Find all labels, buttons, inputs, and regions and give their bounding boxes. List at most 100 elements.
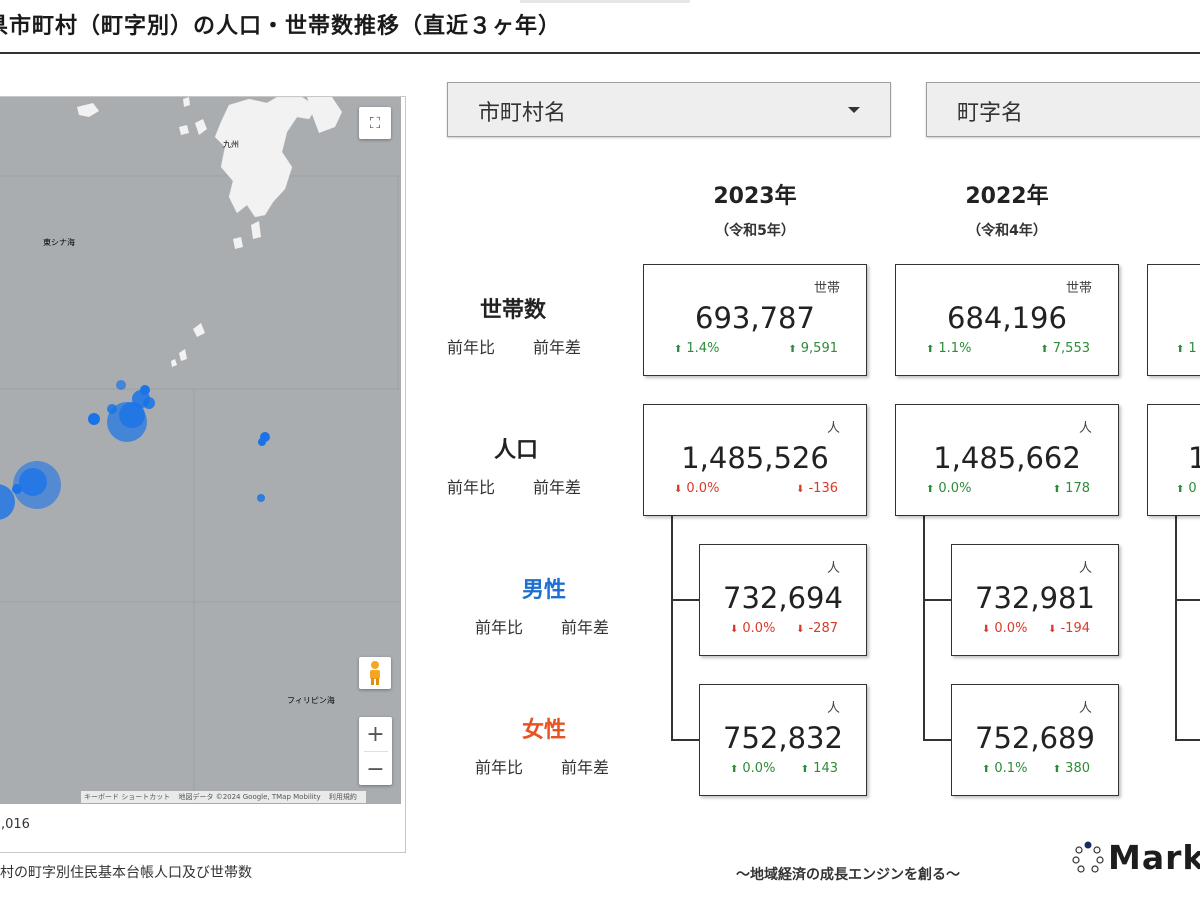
yoy-diff: ⬇ -287 [796, 621, 838, 636]
yoy-ratio: ⬆ 0.1% [982, 761, 1028, 776]
row-sub-female: 前年比 前年差 [475, 754, 609, 778]
ratio-label: 前年比 [447, 338, 496, 357]
arrow-down-icon: ⬇ [1048, 624, 1057, 635]
yoy-diff: ⬆ 7,553 [1040, 341, 1090, 356]
map-marker [116, 380, 126, 390]
tree-connector [671, 739, 699, 741]
island [179, 125, 189, 135]
arrow-down-icon: ⬇ [982, 624, 991, 635]
zoom-out-button[interactable]: − [359, 752, 392, 786]
unit-label: 人 [1078, 421, 1092, 436]
street-view-button[interactable] [359, 657, 391, 689]
town-dropdown[interactable]: 町字名 [926, 82, 1200, 137]
diff-label: 前年差 [533, 478, 582, 497]
zoom-control: + − [359, 717, 392, 785]
card-value: 693,787 [695, 301, 815, 335]
arrow-up-icon: ⬆ [926, 484, 935, 495]
tree-connector [1175, 515, 1177, 740]
yoy-diff: ⬆ 380 [1052, 761, 1090, 776]
row-label-female: 女性 [522, 718, 567, 743]
card-value: 1 [1188, 441, 1200, 475]
island [195, 119, 207, 135]
households-card-2022: 世帯 684,196 ⬆ 1.1% ⬆ 7,553 [895, 264, 1119, 376]
map-marker [107, 404, 117, 414]
era-header-2023: （令和5年） [715, 223, 795, 239]
chevron-down-icon [848, 107, 860, 113]
tree-connector [923, 739, 951, 741]
arrow-up-icon: ⬆ [982, 764, 991, 775]
arrow-up-icon: ⬆ [1052, 764, 1062, 775]
tree-connector [1175, 599, 1200, 601]
map-marker [140, 385, 150, 395]
yoy-ratio: ⬆ 1 [1176, 341, 1197, 356]
row-label-households: 世帯数 [480, 298, 547, 323]
title-divider [0, 52, 1200, 54]
yoy-ratio: ⬆ 0.0% [730, 761, 776, 776]
row-label-male: 男性 [522, 578, 567, 603]
municipality-dropdown[interactable]: 市町村名 [447, 82, 891, 137]
population-card-2021: 1 ⬆ 0 [1147, 404, 1200, 516]
map-marker [19, 468, 47, 496]
diff-label: 前年差 [561, 758, 610, 777]
unit-label: 人 [1078, 701, 1092, 716]
tree-connector [671, 599, 699, 601]
yoy-ratio: ⬆ 1.1% [926, 341, 972, 356]
arrow-up-icon: ⬆ [1052, 484, 1062, 495]
island [251, 221, 261, 239]
row-sub-households: 前年比 前年差 [447, 334, 581, 358]
island [179, 349, 187, 361]
terms-link[interactable]: 利用規約 [329, 793, 357, 801]
fullscreen-button[interactable]: ⛶ [359, 107, 391, 139]
municipality-dropdown-label: 市町村名 [478, 101, 567, 126]
female-card-2022: 人 752,689 ⬆ 0.1% ⬆ 380 [951, 684, 1119, 796]
page-title: 県市町村（町字別）の人口・世帯数推移（直近３ヶ年） [0, 14, 562, 39]
tree-connector [671, 515, 673, 740]
island [193, 323, 205, 337]
map-label-east-china-sea: 東シナ海 [43, 237, 75, 247]
tree-connector [1175, 739, 1200, 741]
fullscreen-icon: ⛶ [369, 114, 381, 132]
map-legend-value: ,016 [1, 817, 30, 832]
arrow-up-icon: ⬆ [788, 344, 797, 355]
tab-indicator [520, 0, 690, 3]
map-canvas[interactable]: 九州 東シナ海 フィリピン海 ⛶ + − キーボード ショートカット 地図データ… [0, 97, 401, 804]
yoy-diff: ⬆ 9,591 [788, 341, 838, 356]
yoy-diff: ⬇ -194 [1048, 621, 1090, 636]
keyboard-shortcuts-link[interactable]: キーボード ショートカット [84, 793, 170, 801]
card-value: 732,981 [975, 581, 1095, 615]
row-sub-population: 前年比 前年差 [447, 474, 581, 498]
yoy-diff: ⬇ -136 [796, 481, 838, 496]
female-card-2023: 人 752,832 ⬆ 0.0% ⬆ 143 [699, 684, 867, 796]
yoy-ratio: ⬇ 0.0% [982, 621, 1028, 636]
map-marker [88, 413, 100, 425]
brand-logo-text: Mark [1108, 838, 1200, 877]
island [233, 237, 243, 249]
unit-label: 世帯 [1065, 281, 1092, 296]
year-header-2022: 2022年 [965, 184, 1049, 209]
diff-label: 前年差 [533, 338, 582, 357]
yoy-ratio: ⬇ 0.0% [674, 481, 720, 496]
yoy-diff: ⬆ 143 [800, 761, 838, 776]
ratio-label: 前年比 [475, 758, 524, 777]
card-value: 1,485,526 [681, 441, 829, 475]
tagline: 〜地域経済の成長エンジンを創る〜 [736, 867, 960, 883]
card-value: 732,694 [723, 581, 843, 615]
yoy-ratio: ⬆ 0 [1176, 481, 1197, 496]
minus-icon: − [366, 756, 385, 782]
unit-label: 人 [1078, 561, 1092, 576]
island [171, 359, 177, 367]
yoy-diff: ⬆ 178 [1052, 481, 1090, 496]
zoom-in-button[interactable]: + [359, 717, 392, 751]
card-value: 684,196 [947, 301, 1067, 335]
ratio-label: 前年比 [475, 618, 524, 637]
diff-label: 前年差 [561, 618, 610, 637]
era-header-2022: （令和4年） [967, 223, 1047, 239]
arrow-up-icon: ⬆ [1176, 344, 1185, 355]
ratio-label: 前年比 [447, 478, 496, 497]
row-label-population: 人口 [494, 438, 539, 463]
arrow-down-icon: ⬇ [730, 624, 739, 635]
plus-icon: + [366, 721, 385, 747]
male-card-2023: 人 732,694 ⬇ 0.0% ⬇ -287 [699, 544, 867, 656]
map-graphic: 九州 東シナ海 フィリピン海 [0, 97, 401, 804]
town-dropdown-label: 町字名 [957, 101, 1024, 126]
